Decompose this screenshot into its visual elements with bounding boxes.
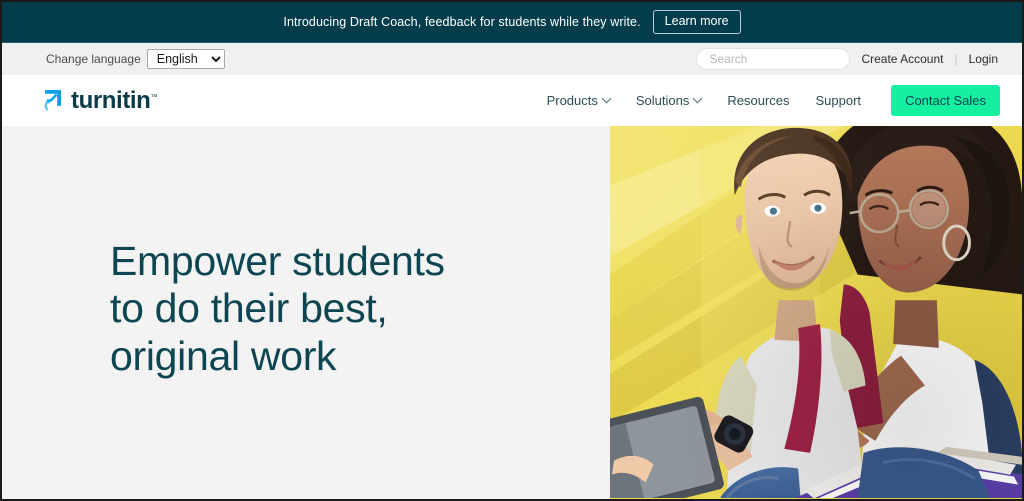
logo-wordmark-text: turnitin — [71, 86, 151, 114]
main-header: turnitin™ Products Solutions Resources S… — [2, 75, 1022, 126]
announcement-banner: Introducing Draft Coach, feedback for st… — [2, 2, 1022, 43]
turnitin-logo-icon — [44, 89, 61, 111]
nav-item-solutions[interactable]: Solutions — [635, 93, 703, 108]
hero-copy: Empower students to do their best, origi… — [2, 126, 610, 499]
trademark-symbol: ™ — [150, 93, 158, 101]
hero-image — [610, 126, 1022, 499]
chevron-down-icon — [692, 93, 703, 104]
language-selector-group: Change language English — [46, 49, 225, 69]
change-language-label: Change language — [46, 52, 141, 66]
nav-item-label: Products — [546, 93, 598, 108]
nav-item-resources[interactable]: Resources — [727, 93, 789, 108]
utility-right-group: Create Account | Login — [696, 48, 998, 70]
search-input[interactable] — [696, 48, 851, 70]
logo-wordmark: turnitin™ — [71, 86, 158, 114]
create-account-link[interactable]: Create Account — [861, 52, 943, 66]
chevron-down-icon — [601, 93, 612, 104]
utility-separator: | — [954, 52, 958, 66]
hero-title-line-2: to do their best, — [110, 285, 388, 332]
browser-page: Introducing Draft Coach, feedback for st… — [0, 0, 1024, 501]
page-title: Empower students to do their best, origi… — [110, 238, 445, 381]
nav-item-support[interactable]: Support — [816, 93, 862, 108]
turnitin-logo[interactable]: turnitin™ — [42, 86, 158, 114]
utility-bar: Change language English Create Account |… — [2, 43, 1022, 75]
students-photo — [610, 126, 1022, 499]
hero-title-line-1: Empower students — [110, 237, 445, 284]
nav-item-products[interactable]: Products — [546, 93, 612, 108]
login-link[interactable]: Login — [969, 52, 998, 66]
announcement-text: Introducing Draft Coach, feedback for st… — [283, 15, 641, 29]
language-select[interactable]: English — [146, 49, 225, 69]
hero-section: Empower students to do their best, origi… — [2, 126, 1022, 499]
hero-title-line-3: original work — [110, 332, 337, 379]
learn-more-button[interactable]: Learn more — [652, 9, 741, 35]
main-navigation: Products Solutions Resources Support Con… — [547, 85, 1000, 116]
nav-item-label: Solutions — [635, 93, 690, 108]
contact-sales-button[interactable]: Contact Sales — [891, 85, 1000, 116]
